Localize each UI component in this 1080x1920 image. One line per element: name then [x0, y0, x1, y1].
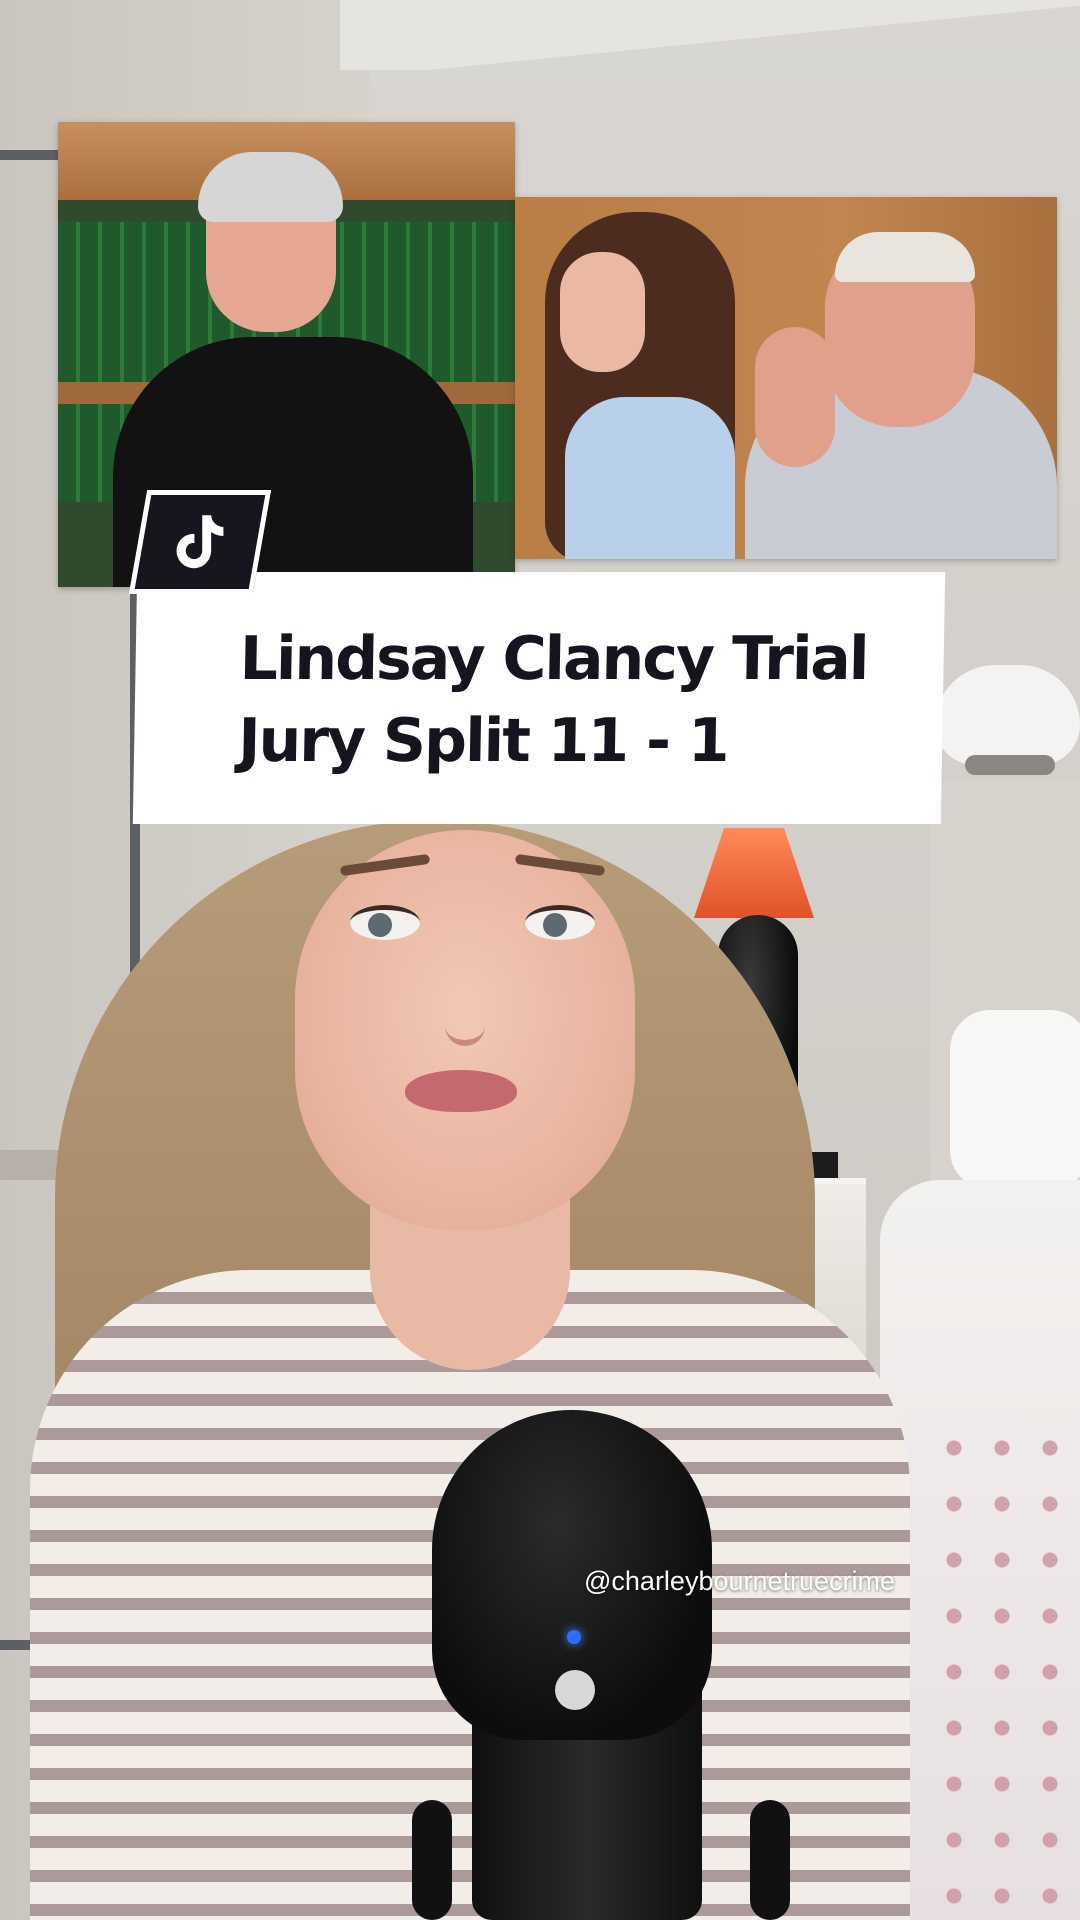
- judge-hair: [198, 152, 343, 222]
- presenter-lips: [405, 1070, 517, 1112]
- title-line-2: Jury Split 11 - 1: [237, 706, 729, 776]
- creator-handle-watermark: @charleybournetruecrime: [584, 1566, 896, 1596]
- defendant-shirt: [565, 397, 735, 559]
- presenter-eye-left: [350, 905, 420, 940]
- cloud-plush-toy: [935, 665, 1080, 775]
- mic-led-indicator: [567, 1630, 581, 1644]
- presenter-nose: [445, 960, 485, 1046]
- title-line-1: Lindsay Clancy Trial: [239, 624, 869, 694]
- attorney-hair: [835, 232, 975, 282]
- presenter-eye-right: [525, 905, 595, 940]
- judge-photo: [58, 122, 515, 587]
- defendant-face: [560, 252, 645, 372]
- courtroom-photo: [515, 197, 1057, 559]
- title-card: Lindsay Clancy Trial Jury Split 11 - 1: [132, 572, 946, 824]
- pillow: [950, 1010, 1080, 1190]
- tiktok-badge: [128, 490, 272, 594]
- mic-gain-knob: [555, 1670, 595, 1710]
- bedding-pattern: [930, 1420, 1080, 1920]
- attorney-hand: [755, 327, 835, 467]
- mic-mount-left: [412, 1800, 452, 1920]
- tiktok-logo-icon: [176, 515, 224, 569]
- mic-mount-right: [750, 1800, 790, 1920]
